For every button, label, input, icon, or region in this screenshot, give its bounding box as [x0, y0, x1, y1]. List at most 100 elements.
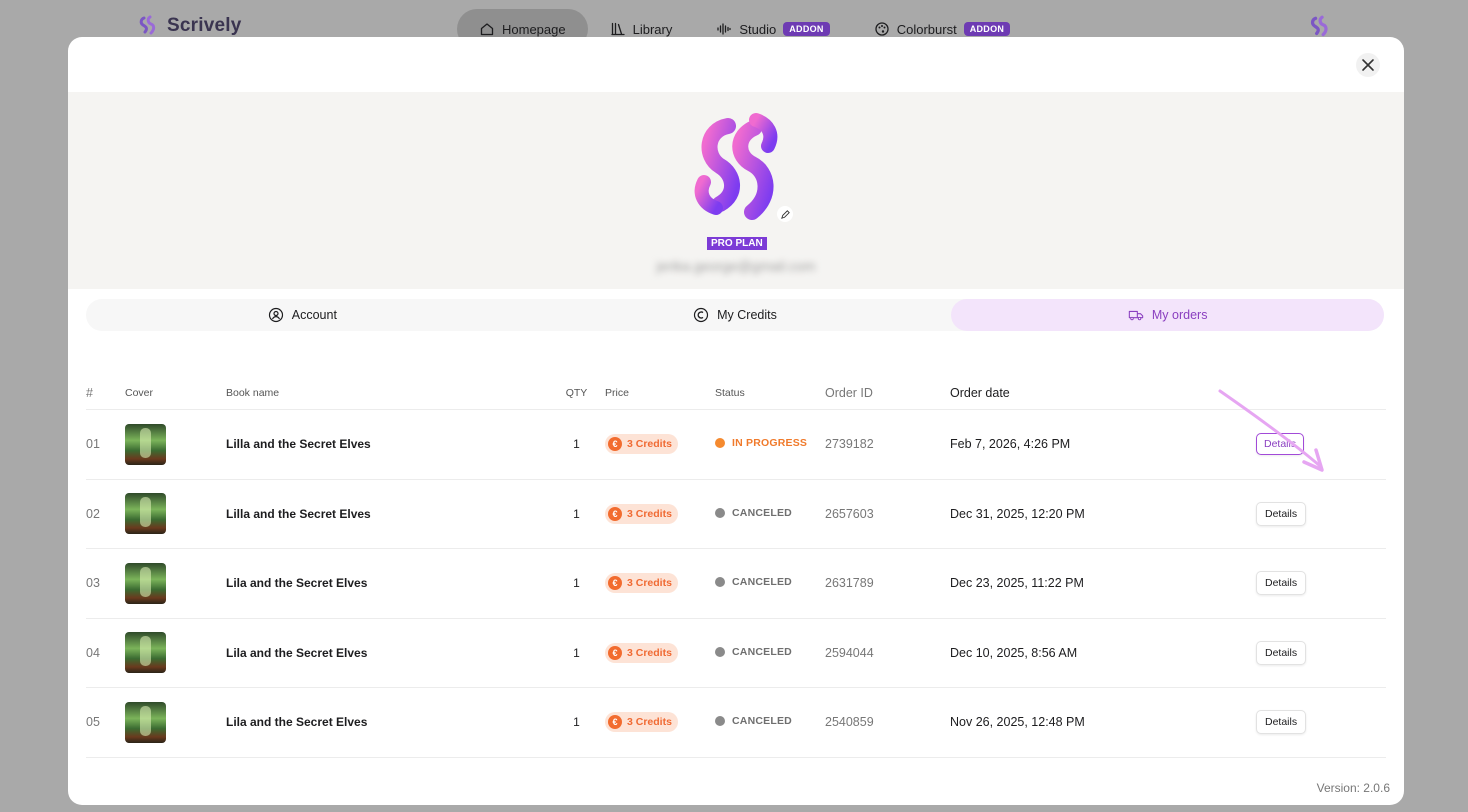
coin-icon: € — [608, 715, 622, 730]
book-cover-image — [125, 701, 166, 743]
book-name: Lila and the Secret Elves — [226, 576, 368, 591]
user-email: jerika.george@gmail.com — [656, 258, 816, 274]
price-label: 3 Credits — [627, 438, 672, 451]
header-cover: Cover — [125, 387, 154, 399]
profile-avatar[interactable] — [676, 104, 796, 224]
brand[interactable]: Scrively — [137, 14, 242, 38]
table-row: 05 Lila and the Secret Elves 1 €3 Credit… — [86, 688, 1386, 758]
price-label: 3 Credits — [627, 577, 672, 590]
details-button[interactable]: Details — [1256, 710, 1307, 735]
table-row: 02 Lilla and the Secret Elves 1 €3 Credi… — [86, 480, 1386, 549]
row-number: 03 — [86, 576, 100, 591]
price-badge: €3 Credits — [605, 434, 678, 455]
status-dot-icon — [715, 438, 725, 449]
table-body[interactable]: 01 Lilla and the Secret Elves 1 €3 Credi… — [86, 410, 1386, 768]
price-label: 3 Credits — [627, 507, 672, 520]
version-label: Version: 2.0.6 — [1316, 781, 1390, 795]
table-row: 04 Lila and the Secret Elves 1 €3 Credit… — [86, 619, 1386, 688]
order-date: Dec 31, 2025, 12:20 PM — [950, 506, 1085, 521]
price-badge: €3 Credits — [605, 573, 678, 594]
brand-name: Scrively — [167, 15, 242, 36]
tab-label: My Credits — [717, 308, 777, 322]
tab-account[interactable]: Account — [86, 299, 519, 331]
order-id: 2739182 — [825, 437, 874, 452]
table-row: 01 Lilla and the Secret Elves 1 €3 Credi… — [86, 410, 1386, 480]
book-cover-image — [125, 423, 166, 465]
row-number: 05 — [86, 715, 100, 730]
truck-icon — [1128, 310, 1144, 321]
status-dot-icon — [715, 577, 725, 588]
header-num: # — [86, 386, 93, 400]
order-date: Feb 7, 2026, 4:26 PM — [950, 437, 1071, 452]
credits-icon — [694, 307, 709, 323]
coin-icon: € — [608, 506, 622, 521]
tab-my-credits[interactable]: My Credits — [519, 299, 952, 331]
header-status: Status — [715, 387, 745, 399]
close-button[interactable] — [1356, 53, 1380, 77]
details-button[interactable]: Details — [1256, 433, 1305, 456]
nav-tab-label: Homepage — [502, 21, 566, 37]
details-button[interactable]: Details — [1256, 571, 1307, 596]
header-qty: QTY — [565, 387, 588, 399]
user-circle-icon — [268, 307, 283, 323]
coin-icon: € — [608, 437, 622, 452]
close-icon — [1362, 59, 1374, 71]
row-number: 04 — [86, 645, 100, 660]
nav-tab-label: Colorburst — [896, 21, 957, 37]
orders-table: # Cover Book name QTY Price Status Order… — [86, 377, 1386, 768]
palette-icon — [875, 22, 889, 36]
status-badge: CANCELED — [715, 646, 792, 658]
plan-badge: PRO PLAN — [707, 237, 767, 250]
status-badge: CANCELED — [715, 576, 792, 588]
scrively-logo-icon — [139, 15, 156, 35]
edit-avatar-button[interactable] — [777, 206, 793, 222]
price-badge: €3 Credits — [605, 712, 678, 733]
quantity: 1 — [573, 506, 580, 521]
status-dot-icon — [715, 716, 725, 727]
nav-tab-label: Library — [632, 21, 673, 37]
order-date: Dec 10, 2025, 8:56 AM — [950, 645, 1078, 660]
row-number: 01 — [86, 437, 100, 452]
order-date: Dec 23, 2025, 11:22 PM — [950, 576, 1084, 591]
details-button[interactable]: Details — [1256, 640, 1307, 665]
book-cover-image — [125, 493, 166, 535]
order-id: 2657603 — [825, 506, 874, 521]
quantity: 1 — [573, 645, 580, 660]
book-name: Lila and the Secret Elves — [226, 645, 368, 660]
quantity: 1 — [573, 715, 580, 730]
status-label: CANCELED — [732, 645, 792, 658]
status-dot-icon — [715, 507, 725, 518]
coin-icon: € — [608, 645, 622, 660]
order-date: Nov 26, 2025, 12:48 PM — [950, 715, 1085, 730]
order-id: 2540859 — [825, 715, 874, 730]
addon-badge: ADDON — [963, 22, 1011, 36]
row-number: 02 — [86, 506, 100, 521]
book-name: Lila and the Secret Elves — [226, 715, 368, 730]
tab-my-orders[interactable]: My orders — [951, 299, 1385, 331]
header-price: Price — [605, 387, 629, 399]
home-icon — [480, 23, 494, 36]
coin-icon: € — [608, 576, 622, 591]
nav-tab-label: Studio — [739, 21, 777, 37]
header-book-name: Book name — [226, 387, 280, 399]
book-name: Lilla and the Secret Elves — [226, 506, 371, 521]
addon-badge: ADDON — [783, 22, 830, 36]
status-label: CANCELED — [732, 576, 792, 589]
status-label: CANCELED — [732, 715, 792, 728]
details-button[interactable]: Details — [1256, 501, 1307, 526]
price-badge: €3 Credits — [605, 503, 678, 524]
quantity: 1 — [573, 576, 580, 591]
book-name: Lilla and the Secret Elves — [226, 437, 371, 452]
table-header: # Cover Book name QTY Price Status Order… — [86, 377, 1386, 410]
header-order-id: Order ID — [825, 386, 873, 400]
book-cover-image — [125, 562, 166, 604]
books-icon — [610, 22, 625, 36]
status-badge: IN PROGRESS — [715, 437, 807, 449]
order-id: 2594044 — [825, 645, 874, 660]
tab-label: My orders — [1151, 308, 1208, 322]
pencil-icon — [780, 209, 790, 219]
table-row: 03 Lila and the Secret Elves 1 €3 Credit… — [86, 549, 1386, 619]
order-id: 2631789 — [825, 576, 874, 591]
profile-header: PRO PLAN jerika.george@gmail.com — [68, 92, 1404, 289]
quantity: 1 — [573, 437, 580, 452]
